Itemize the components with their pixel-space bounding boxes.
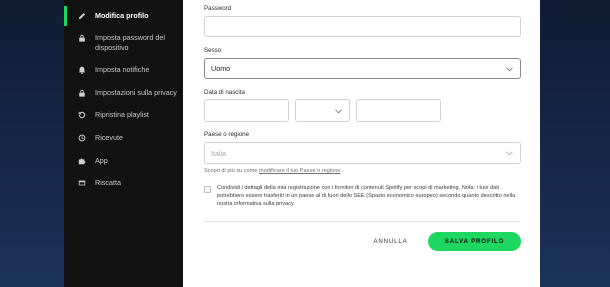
sidebar-item-redeem[interactable]: Riscatta — [64, 178, 183, 188]
country-hint-text: Scopri di più su come — [204, 168, 260, 174]
birth-day-field[interactable] — [204, 99, 289, 122]
clock-icon — [78, 134, 86, 142]
sidebar-item-label: Imposta notifiche — [95, 65, 150, 74]
sidebar-item-edit-profile[interactable]: Modifica profilo — [64, 6, 183, 26]
chevron-down-icon — [335, 108, 342, 114]
sidebar-item-receipts[interactable]: Ricevute — [64, 133, 183, 143]
country-select[interactable]: Italia — [204, 142, 521, 164]
chevron-down-icon — [506, 66, 513, 72]
sidebar-item-label: Modifica profilo — [95, 11, 149, 20]
background-right — [540, 0, 610, 287]
bell-icon — [78, 66, 86, 74]
country-hint: Scopri di più su come modificare il tuo … — [204, 168, 342, 174]
sidebar-item-label: Ricevute — [95, 133, 123, 142]
cancel-button[interactable]: ANNULLA — [368, 236, 413, 248]
sidebar-item-app[interactable]: App — [64, 156, 183, 166]
sidebar-item-notifications[interactable]: Imposta notifiche — [64, 65, 183, 75]
save-profile-button[interactable]: SALVA PROFILO — [428, 232, 521, 251]
background-left — [0, 0, 64, 287]
password-label: Password — [204, 5, 232, 12]
sex-value: Uomo — [211, 64, 231, 73]
puzzle-icon — [78, 157, 86, 165]
settings-sidebar: Modifica profilo Imposta password del di… — [64, 0, 183, 287]
edit-profile-form: Password Sesso Uomo Data di nascita Paes… — [183, 0, 540, 287]
country-label: Paese o regione — [204, 131, 250, 138]
sex-label: Sesso — [204, 47, 222, 54]
chevron-down-icon — [506, 151, 513, 156]
sidebar-item-label: Impostazioni sulla privacy — [95, 88, 177, 97]
sidebar-item-restore-playlist[interactable]: Ripristina playlist — [64, 110, 183, 120]
marketing-consent-checkbox[interactable] — [204, 186, 211, 193]
pencil-icon — [78, 12, 86, 20]
birth-year-field[interactable] — [356, 99, 441, 122]
sex-select[interactable]: Uomo — [204, 58, 521, 79]
country-value: Italia — [211, 148, 227, 158]
lock-icon — [78, 89, 86, 97]
restore-icon — [78, 111, 86, 119]
divider — [204, 221, 520, 222]
change-country-link[interactable]: modificare il tuo Paese o regione — [259, 168, 340, 174]
sidebar-item-label: Ripristina playlist — [95, 110, 149, 119]
card-icon — [78, 179, 86, 187]
birth-month-select[interactable] — [295, 99, 350, 122]
sidebar-item-label: Riscatta — [95, 178, 121, 187]
birthdate-label: Data di nascita — [204, 89, 245, 96]
sidebar-item-privacy[interactable]: Impostazioni sulla privacy — [64, 88, 183, 98]
sidebar-item-label: Imposta password del dispositivo — [95, 33, 165, 52]
marketing-consent-text: Condividi i dettagli della mia registraz… — [217, 185, 516, 208]
lock-icon — [78, 34, 86, 42]
sidebar-item-label: App — [95, 156, 108, 165]
password-field[interactable] — [204, 16, 521, 37]
country-hint-suffix: . — [340, 168, 343, 174]
sidebar-item-device-password[interactable]: Imposta password del dispositivo — [64, 33, 183, 53]
